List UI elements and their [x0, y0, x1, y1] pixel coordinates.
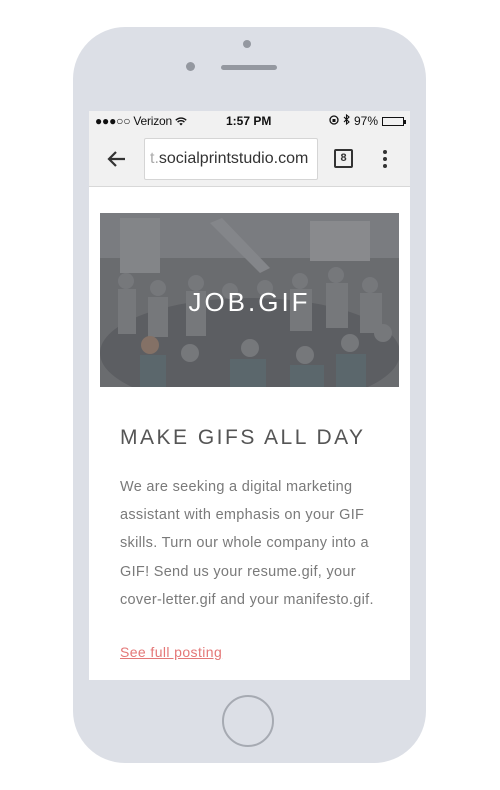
article-headline: MAKE GIFS ALL DAY: [120, 426, 366, 449]
see-full-posting-link[interactable]: See full posting: [120, 644, 222, 660]
earpiece-speaker: [221, 65, 277, 70]
article-body: We are seeking a digital marketing assis…: [120, 479, 374, 608]
phone-screen: ●●●○○ Verizon 1:57 PM 97% t.socialprints…: [89, 111, 410, 680]
more-vertical-icon[interactable]: [382, 150, 388, 170]
battery-percent: 97%: [353, 114, 378, 128]
tab-switcher-button[interactable]: 8: [334, 149, 353, 168]
carrier-signal: ●●●○○ Verizon: [95, 114, 187, 128]
browser-toolbar: t.socialprintstudio.com 8: [89, 131, 410, 187]
front-camera: [243, 40, 251, 48]
hero-image: JOB.GIF: [100, 213, 399, 387]
home-button[interactable]: [222, 695, 274, 747]
bluetooth-icon: [343, 113, 350, 128]
status-bar: ●●●○○ Verizon 1:57 PM 97%: [89, 111, 410, 131]
proximity-sensor: [186, 62, 195, 71]
clock: 1:57 PM: [226, 114, 272, 128]
url-bar[interactable]: t.socialprintstudio.com: [144, 138, 318, 180]
url-text: socialprintstudio.com: [158, 150, 309, 167]
url-prefix: t.: [150, 150, 159, 167]
hero-title: JOB.GIF: [188, 287, 311, 317]
wifi-icon: [175, 114, 187, 128]
carrier-label: ●●●○○ Verizon: [95, 114, 172, 128]
battery-icon: [382, 116, 406, 126]
rotation-lock-icon: [329, 114, 339, 128]
status-right: 97%: [329, 113, 406, 128]
arrow-left-icon[interactable]: [105, 147, 129, 171]
